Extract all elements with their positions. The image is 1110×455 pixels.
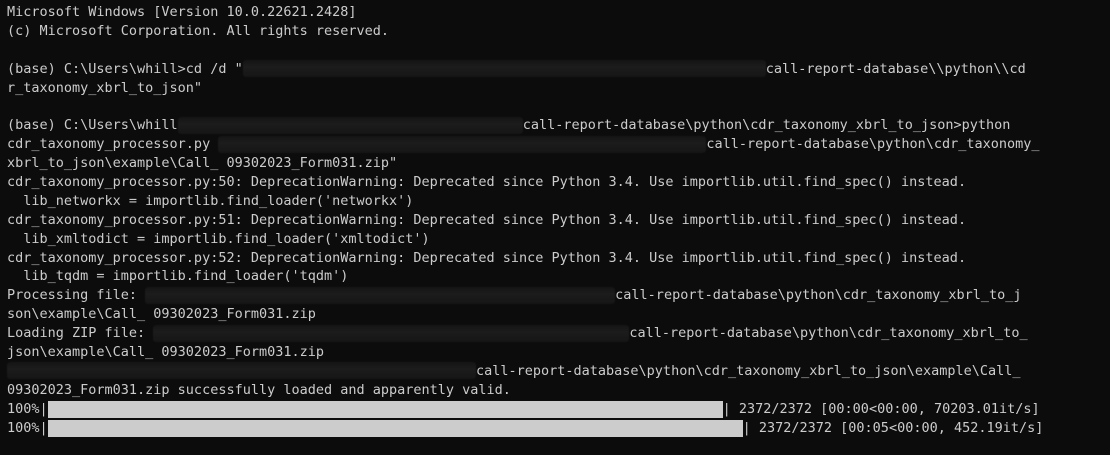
progress-line: 100%| | 2372/2372 [00:05<00:00, 452.19it/… [7,419,1110,438]
terminal-line: (base) C:\Users\whill call-report-databas… [7,116,1110,135]
warning-line: cdr_taxonomy_processor.py:50: Deprecatio… [7,173,1110,192]
progress-percent: 100%| [7,400,48,417]
copyright-text: (c) Microsoft Corporation. All rights re… [7,22,390,39]
loaded-status-text: 09302023_Form031.zip successfully loaded… [7,381,511,398]
version-text: Microsoft Windows [Version 10.0.22621.24… [7,4,357,20]
terminal-line: son\example\Call_ 09302023_Form031.zip [7,305,1110,324]
deprecation-warning: cdr_taxonomy_processor.py:50: Deprecatio… [7,174,967,191]
processing-path-suffix: call-report-database\python\cdr_taxonomy… [615,287,1022,304]
redacted-path [177,116,523,134]
redacted-path [7,362,476,380]
terminal-line: 09302023_Form031.zip successfully loaded… [7,381,1110,400]
warning-source: lib_networkx = importlib.find_loader('ne… [7,192,414,209]
cd-command-suffix: call-report-database\\python\\cd [765,60,1026,77]
warning-line: lib_tqdm = importlib.find_loader('tqdm') [7,267,1110,286]
processing-label: Processing file: [7,287,146,304]
deprecation-warning: cdr_taxonomy_processor.py:51: Deprecatio… [7,211,967,228]
loading-path-wrap: json\example\Call_ 09302023_Form031.zip [7,344,324,361]
terminal-line: Microsoft Windows [Version 10.0.22621.24… [7,3,1110,22]
loading-path-suffix: call-report-database\python\cdr_taxonomy… [629,325,1028,342]
redacted-path [145,286,616,304]
warning-source: lib_xmltodict = importlib.find_loader('x… [7,230,430,247]
run-command-arg: cdr_taxonomy_processor.py [7,136,219,153]
terminal-line: (c) Microsoft Corporation. All rights re… [7,22,1110,41]
warning-line: lib_xmltodict = importlib.find_loader('x… [7,230,1110,249]
run-command-prefix: (base) C:\Users\whill [7,117,178,134]
run-command-arg-suffix: call-report-database\python\cdr_taxonomy… [706,136,1040,153]
redacted-path [242,60,766,78]
progress-bar [47,400,723,418]
cd-command-wrap: r_taxonomy_xbrl_to_json" [7,79,203,96]
terminal-line: Loading ZIP file: call-report-database\p… [7,324,1110,343]
terminal-line: cdr_taxonomy_processor.py call-report-da… [7,135,1110,154]
terminal-line: call-report-database\python\cdr_taxonomy… [7,362,1110,381]
processing-path-wrap: son\example\Call_ 09302023_Form031.zip [7,306,316,323]
progress-percent: 100%| [7,419,48,436]
warning-source: lib_tqdm = importlib.find_loader('tqdm') [7,268,349,285]
warning-line: lib_networkx = importlib.find_loader('ne… [7,192,1110,211]
progress-stats: | 2372/2372 [00:00<00:00, 70203.01it/s] [722,400,1040,417]
terminal-line: (base) C:\Users\whill>cd /d " call-report… [7,60,1110,79]
deprecation-warning: cdr_taxonomy_processor.py:52: Deprecatio… [7,249,967,266]
progress-bar-fill [47,400,723,418]
terminal-line: Processing file: call-report-database\py… [7,286,1110,305]
progress-stats: | 2372/2372 [00:05<00:00, 452.19it/s] [742,419,1044,436]
progress-bar-fill [47,419,743,437]
warning-line: cdr_taxonomy_processor.py:51: Deprecatio… [7,211,1110,230]
redacted-path [153,324,630,342]
progress-bar [47,419,743,437]
run-command-wrap: xbrl_to_json\example\Call_ 09302023_Form… [7,155,398,172]
redacted-path [218,135,707,153]
terminal-line: xbrl_to_json\example\Call_ 09302023_Form… [7,154,1110,173]
loaded-path-suffix: call-report-database\python\cdr_taxonomy… [476,362,1021,379]
terminal-window[interactable]: Microsoft Windows [Version 10.0.22621.24… [0,0,1110,455]
run-command-suffix: call-report-database\python\cdr_taxonomy… [522,117,1011,134]
warning-line: cdr_taxonomy_processor.py:52: Deprecatio… [7,249,1110,268]
progress-line: 100%| | 2372/2372 [00:00<00:00, 70203.01i… [7,400,1110,419]
terminal-line: r_taxonomy_xbrl_to_json" [7,79,1110,98]
loading-label: Loading ZIP file: [7,325,154,342]
terminal-line: json\example\Call_ 09302023_Form031.zip [7,343,1110,362]
cd-command-prefix: (base) C:\Users\whill>cd /d " [7,60,243,77]
